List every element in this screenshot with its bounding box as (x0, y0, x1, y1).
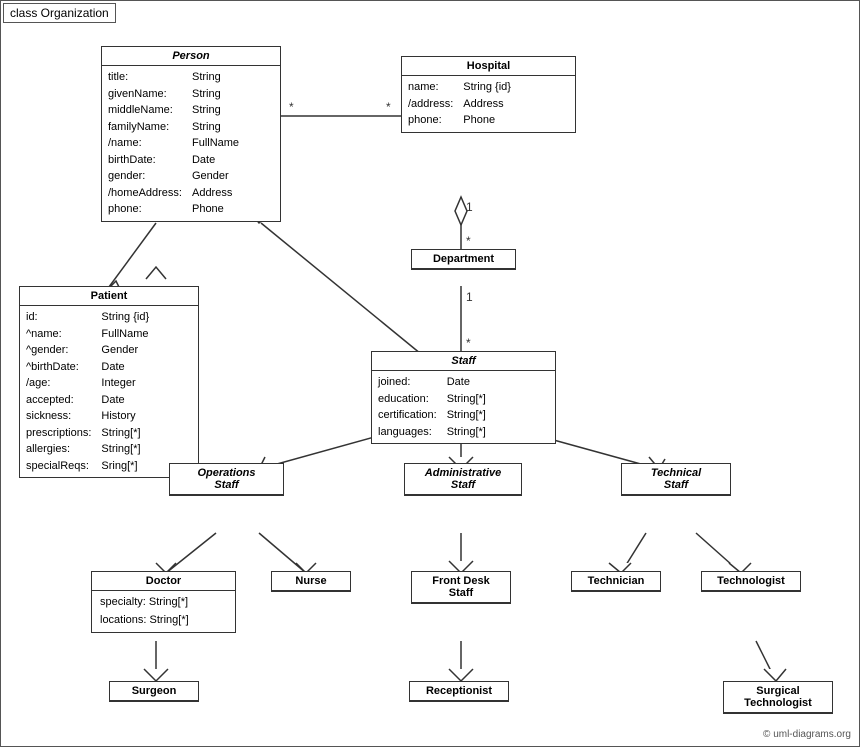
svg-text:1: 1 (466, 200, 473, 214)
person-box: Person title: givenName: middleName: fam… (101, 46, 281, 222)
diagram-title: class Organization (3, 3, 116, 23)
admin-staff-header: AdministrativeStaff (405, 464, 521, 495)
technologist-header: Technologist (702, 572, 800, 591)
admin-staff-box: AdministrativeStaff (404, 463, 522, 496)
tech-staff-header: TechnicalStaff (622, 464, 730, 495)
staff-box: Staff joined: education: certification: … (371, 351, 556, 444)
diagram-container: class Organization * * 1 * 1 * * * (0, 0, 860, 747)
surgeon-header: Surgeon (110, 682, 198, 701)
nurse-box: Nurse (271, 571, 351, 592)
technician-header: Technician (572, 572, 660, 591)
svg-text:*: * (466, 234, 471, 248)
person-body: title: givenName: middleName: familyName… (102, 66, 280, 221)
hospital-box: Hospital name: /address: phone: String {… (401, 56, 576, 133)
technician-box: Technician (571, 571, 661, 592)
svg-text:*: * (466, 336, 471, 350)
surgical-tech-header: SurgicalTechnologist (724, 682, 832, 713)
doctor-box: Doctor specialty: String[*] locations: S… (91, 571, 236, 633)
department-box: Department (411, 249, 516, 270)
svg-text:*: * (289, 100, 294, 114)
operations-staff-box: OperationsStaff (169, 463, 284, 496)
patient-body: id: ^name: ^gender: ^birthDate: /age: ac… (20, 306, 198, 477)
patient-box: Patient id: ^name: ^gender: ^birthDate: … (19, 286, 199, 478)
operations-staff-header: OperationsStaff (170, 464, 283, 495)
technologist-box: Technologist (701, 571, 801, 592)
surgical-tech-box: SurgicalTechnologist (723, 681, 833, 714)
staff-body: joined: education: certification: langua… (372, 371, 555, 443)
tech-staff-box: TechnicalStaff (621, 463, 731, 496)
svg-text:1: 1 (466, 290, 473, 304)
hospital-body: name: /address: phone: String {id} Addre… (402, 76, 575, 132)
nurse-header: Nurse (272, 572, 350, 591)
doctor-body: specialty: String[*] locations: String[*… (92, 591, 235, 632)
receptionist-box: Receptionist (409, 681, 509, 702)
surgeon-box: Surgeon (109, 681, 199, 702)
receptionist-header: Receptionist (410, 682, 508, 701)
person-header: Person (102, 47, 280, 66)
copyright: © uml-diagrams.org (763, 729, 851, 740)
patient-header: Patient (20, 287, 198, 306)
hospital-header: Hospital (402, 57, 575, 76)
department-header: Department (412, 250, 515, 269)
doctor-header: Doctor (92, 572, 235, 591)
staff-header: Staff (372, 352, 555, 371)
front-desk-box: Front DeskStaff (411, 571, 511, 604)
front-desk-header: Front DeskStaff (412, 572, 510, 603)
svg-text:*: * (386, 100, 391, 114)
